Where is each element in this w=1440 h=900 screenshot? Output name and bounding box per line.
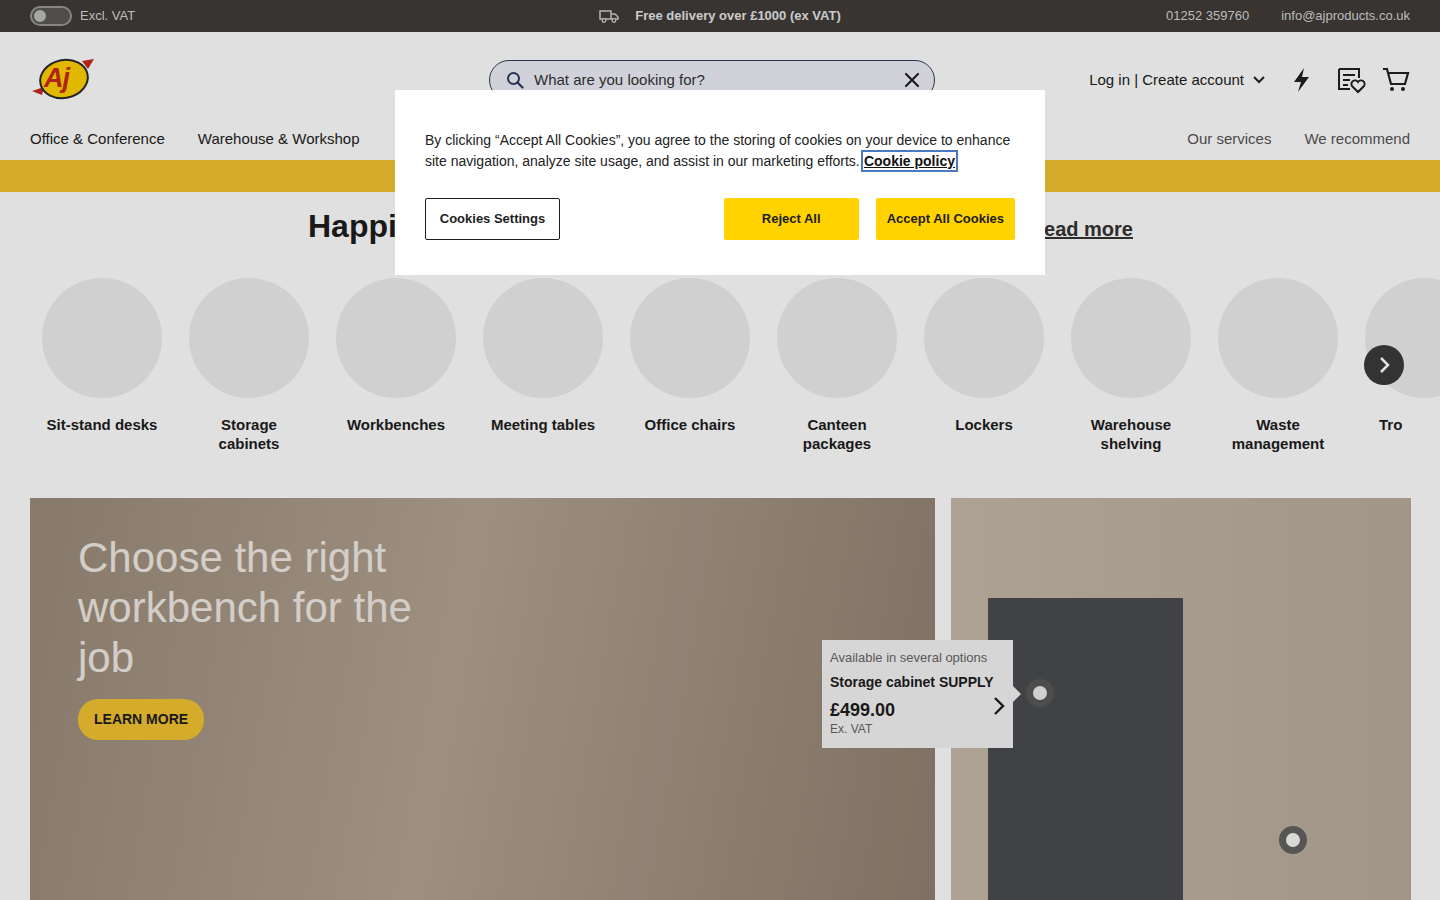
cookie-button[interactable]: Reject All — [724, 198, 859, 240]
cookie-policy-link[interactable]: Cookie policy — [864, 153, 955, 169]
cookie-dialog: By clicking “Accept All Cookies”, you ag… — [395, 90, 1045, 275]
cookie-button[interactable]: Cookies Settings — [425, 198, 560, 240]
cookie-button[interactable]: Accept All Cookies — [876, 198, 1015, 240]
